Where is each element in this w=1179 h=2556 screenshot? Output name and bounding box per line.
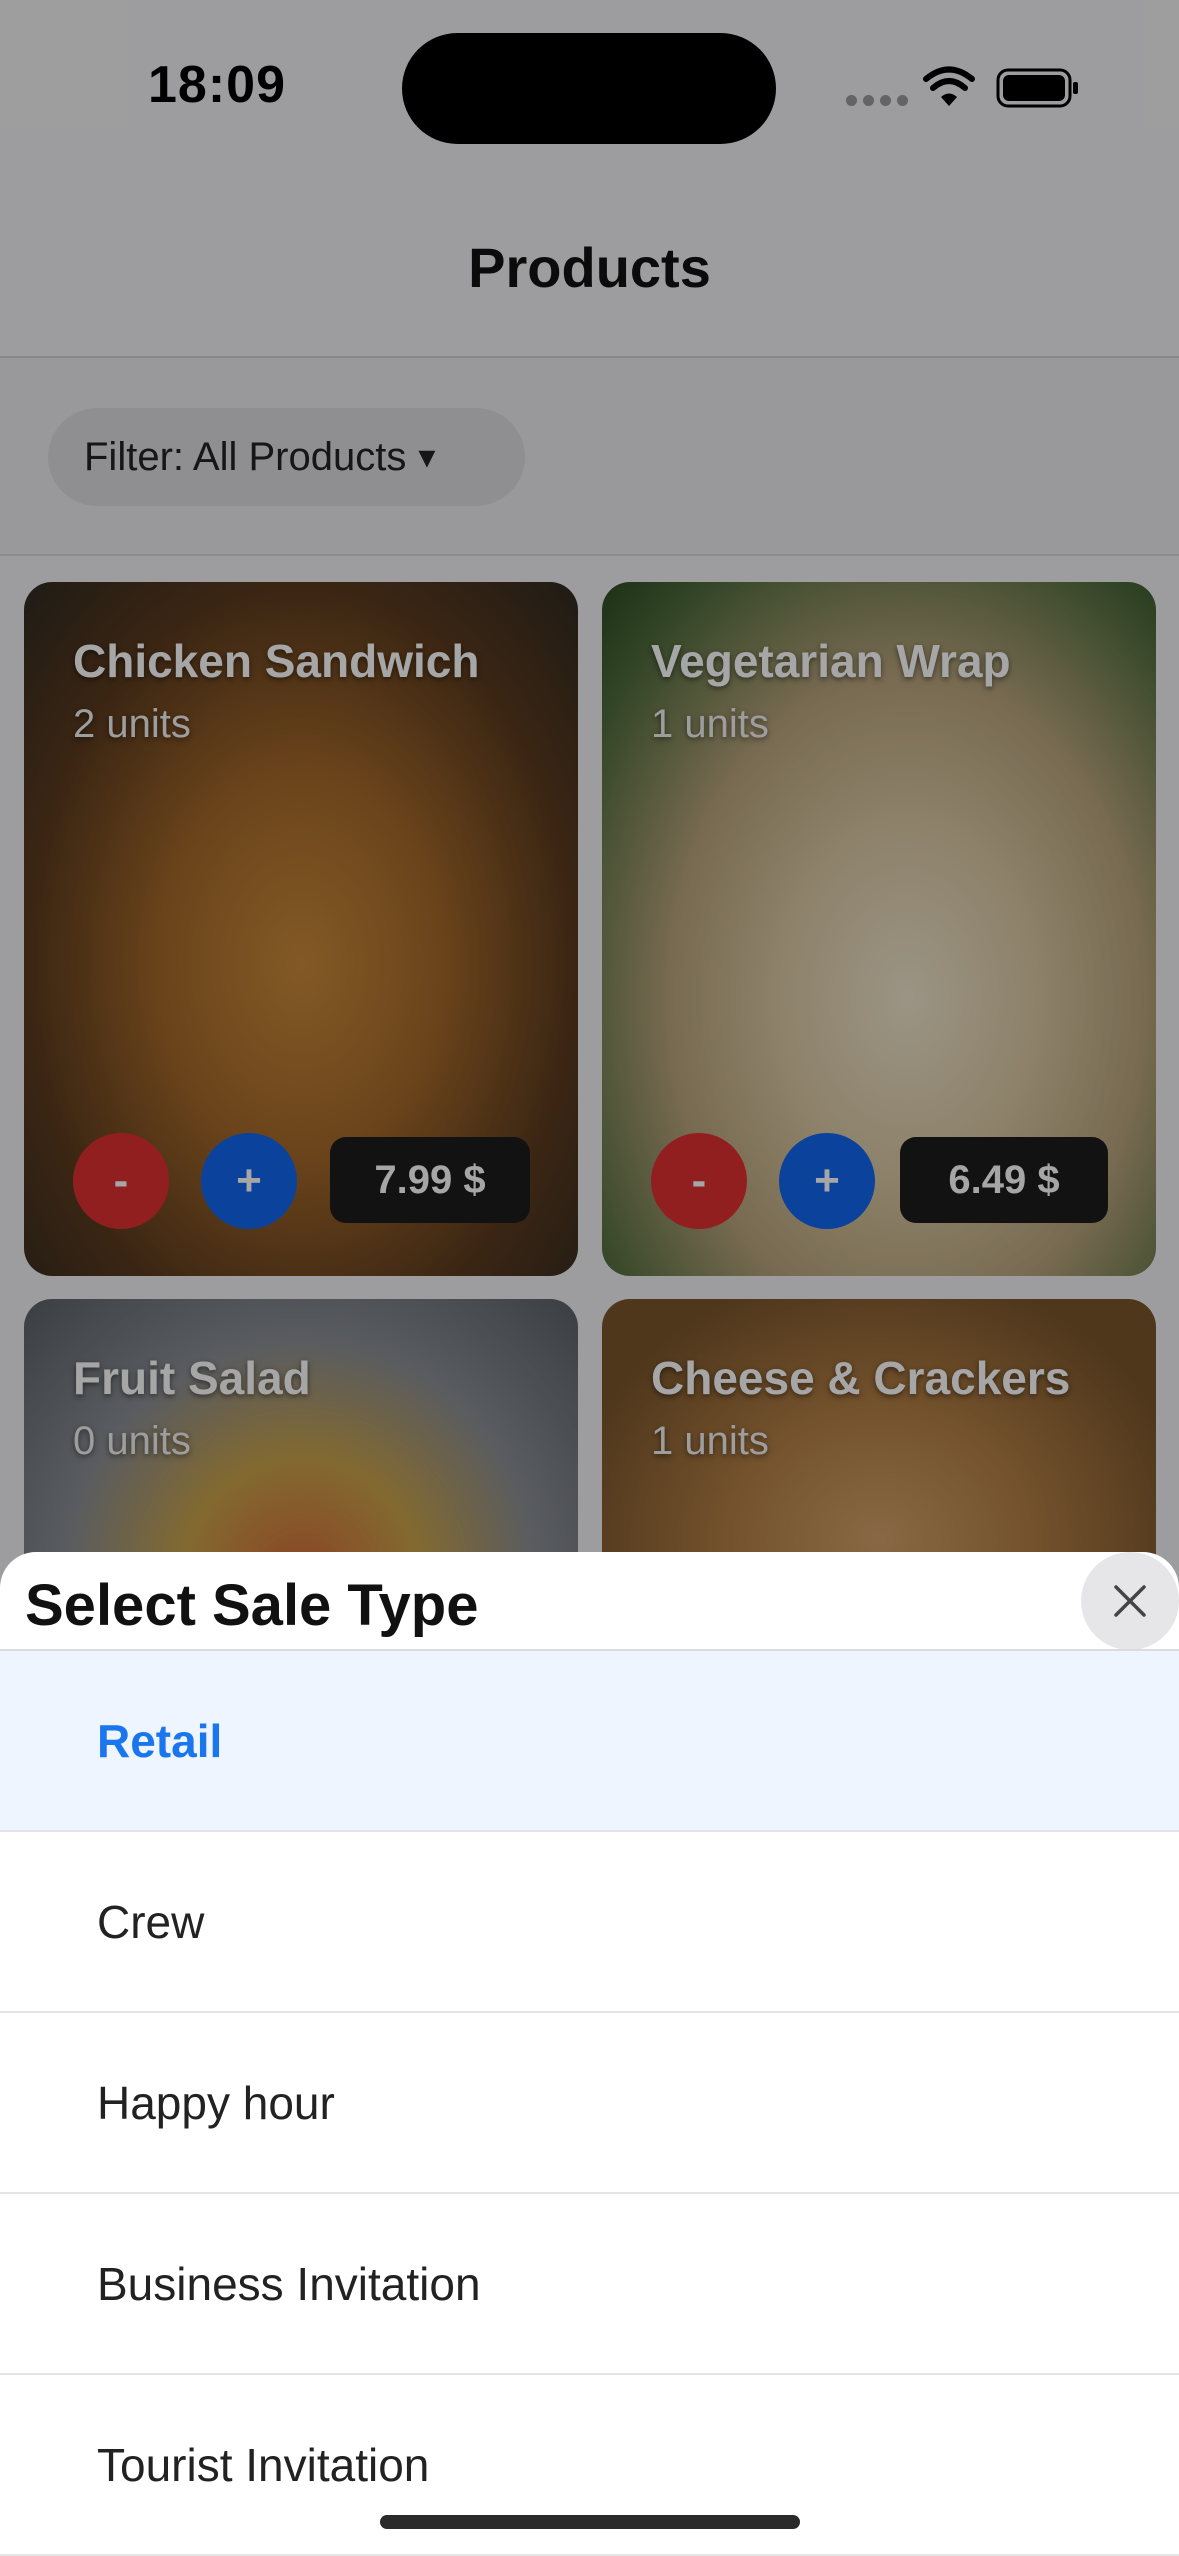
home-indicator[interactable] (380, 2515, 800, 2529)
option-happy-hour[interactable]: Happy hour (0, 2013, 1179, 2194)
close-button[interactable] (1081, 1552, 1179, 1650)
sheet-title: Select Sale Type (25, 1573, 479, 1638)
close-icon (1114, 1585, 1146, 1617)
sale-type-options: Retail Crew Happy hour Business Invitati… (0, 1651, 1179, 2556)
sale-type-sheet: Select Sale Type Retail Crew Happy hour … (0, 1552, 1179, 2556)
option-business-invitation[interactable]: Business Invitation (0, 2194, 1179, 2375)
option-retail[interactable]: Retail (0, 1651, 1179, 1832)
option-crew[interactable]: Crew (0, 1832, 1179, 2013)
